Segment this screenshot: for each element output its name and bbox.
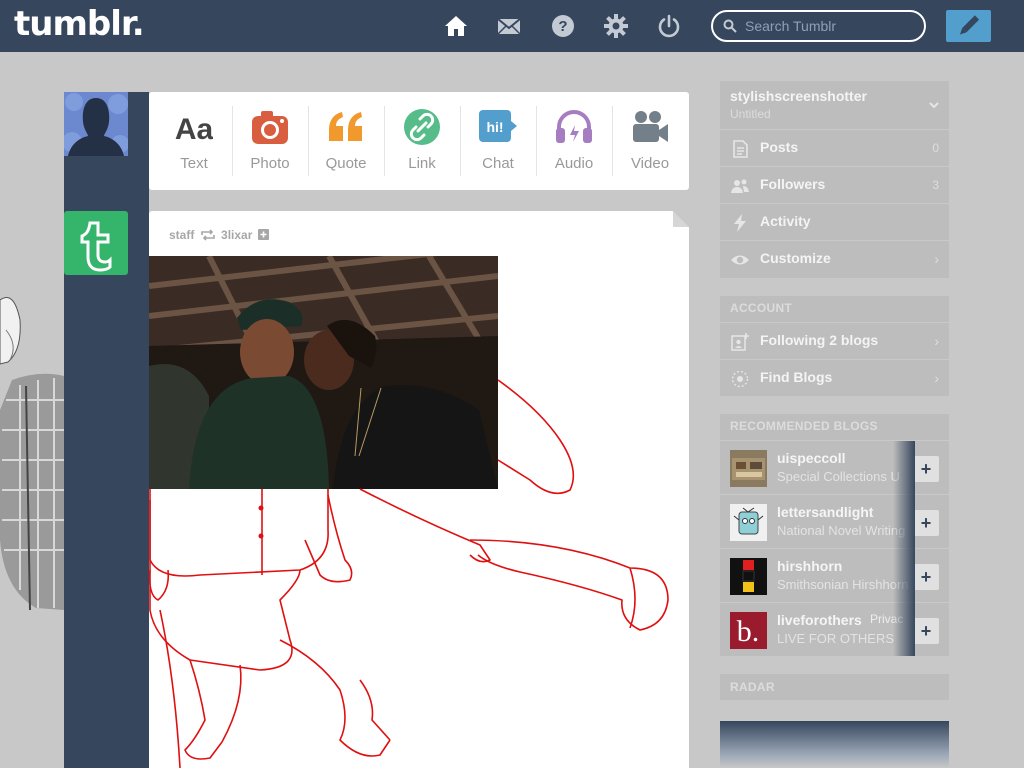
- svg-text:?: ?: [558, 18, 567, 35]
- blog-subtitle: Untitled: [730, 107, 771, 121]
- blog-name: uispeccoll: [777, 450, 846, 466]
- search-icon: [723, 19, 737, 33]
- help-icon[interactable]: ?: [551, 14, 575, 38]
- post-type-label: Text: [180, 155, 208, 172]
- blog-username: stylishscreenshotter: [730, 88, 867, 104]
- radar-panel: RADAR: [720, 674, 949, 700]
- power-icon[interactable]: [657, 14, 681, 38]
- video-camera-icon: [633, 111, 668, 142]
- pencil-icon: [960, 15, 980, 35]
- svg-text:hi!: hi!: [486, 119, 503, 135]
- blog-name: lettersandlight: [777, 504, 874, 520]
- sidebar-item-label: Customize: [760, 250, 831, 266]
- lightning-icon: [734, 214, 746, 232]
- sidebar-item-label: Followers: [760, 176, 826, 192]
- sidebar-item-activity[interactable]: Activity: [720, 203, 949, 240]
- tumblr-logo[interactable]: tumblr.: [14, 4, 145, 44]
- post-type-label: Chat: [482, 155, 514, 172]
- post-link-button[interactable]: Link: [384, 92, 460, 190]
- left-column-strip: [128, 191, 149, 768]
- link-icon: [404, 109, 440, 145]
- follow-button[interactable]: +: [913, 618, 939, 644]
- eye-icon: [731, 255, 749, 265]
- new-post-button[interactable]: [946, 10, 991, 42]
- posts-icon: [733, 140, 748, 158]
- reblog-icon: [200, 229, 215, 241]
- sidebar-item-label: Find Blogs: [760, 369, 833, 385]
- followers-icon: [731, 179, 749, 193]
- post-text-button[interactable]: Aa Text: [156, 92, 232, 190]
- svg-text:Aa: Aa: [175, 113, 213, 146]
- recommended-scroll-shade: [893, 441, 915, 656]
- post-type-label: Photo: [250, 155, 290, 172]
- sidebar-item-count: 3: [932, 178, 939, 192]
- post-type-label: Video: [630, 155, 670, 172]
- account-heading: ACCOUNT: [730, 301, 793, 315]
- search-input[interactable]: [745, 17, 915, 35]
- chat-icon: hi!: [479, 110, 517, 142]
- photo-image: [149, 256, 498, 489]
- post-chat-button[interactable]: hi! Chat: [460, 92, 536, 190]
- quote-icon: [329, 112, 362, 141]
- camera-icon: [252, 111, 288, 144]
- post-reblog-source[interactable]: 3lixar: [221, 228, 252, 242]
- blog-name: liveforothers: [777, 612, 862, 628]
- sidebar-item-label: Posts: [760, 139, 799, 155]
- top-header: tumblr. ?: [0, 0, 1024, 52]
- text-icon: Aa: [175, 113, 213, 146]
- post-video-button[interactable]: Video: [612, 92, 688, 190]
- post-author[interactable]: staff: [169, 228, 194, 242]
- compass-icon: [731, 370, 749, 388]
- svg-text:b.: b.: [737, 615, 760, 648]
- sidebar-item-label: Activity: [760, 213, 811, 229]
- blog-avatar: [730, 450, 767, 487]
- post-audio-button[interactable]: Audio: [536, 92, 612, 190]
- tumblr-t-logo[interactable]: [64, 211, 128, 275]
- avatar[interactable]: [64, 92, 128, 156]
- sidebar-item-label: Following 2 blogs: [760, 332, 879, 348]
- following-icon: [731, 333, 749, 351]
- gear-icon[interactable]: [604, 14, 628, 38]
- sidebar-item-customize[interactable]: Customize ›: [720, 240, 949, 277]
- avatar-silhouette-icon: [64, 93, 128, 156]
- chevron-down-icon: [929, 102, 939, 109]
- radar-image[interactable]: [720, 721, 949, 768]
- blog-avatar: [730, 504, 767, 541]
- post-type-bar: Aa Text Photo Quote Link hi! Chat Audio …: [149, 92, 689, 190]
- headphones-icon: [556, 110, 592, 143]
- mail-icon[interactable]: [497, 14, 521, 38]
- post-corner-fold: [673, 211, 689, 227]
- sidebar-item-followers[interactable]: Followers 3: [720, 166, 949, 203]
- blog-header[interactable]: stylishscreenshotter Untitled: [720, 81, 949, 129]
- sidebar-item-following[interactable]: Following 2 blogs ›: [720, 322, 949, 359]
- blog-avatar: [730, 558, 767, 595]
- follow-button[interactable]: +: [913, 510, 939, 536]
- home-icon[interactable]: [444, 14, 468, 38]
- follow-button[interactable]: +: [913, 456, 939, 482]
- follow-plus-icon[interactable]: [257, 229, 269, 241]
- chevron-right-icon: ›: [934, 333, 939, 349]
- follow-button[interactable]: +: [913, 564, 939, 590]
- post-type-label: Audio: [554, 155, 594, 172]
- post-quote-button[interactable]: Quote: [308, 92, 384, 190]
- blog-avatar: b.: [730, 612, 767, 649]
- post-type-label: Quote: [325, 155, 367, 172]
- radar-heading: RADAR: [730, 680, 775, 694]
- account-panel: ACCOUNT Following 2 blogs › Find Blogs ›: [720, 296, 949, 396]
- chevron-right-icon: ›: [934, 370, 939, 386]
- chevron-right-icon: ›: [934, 251, 939, 267]
- background-figure: [0, 297, 64, 611]
- post-header: staff 3lixar: [169, 227, 269, 242]
- post-type-label: Link: [408, 155, 436, 172]
- post-photo-button[interactable]: Photo: [232, 92, 308, 190]
- tumblr-t-icon: [80, 221, 112, 272]
- blog-name: hirshhorn: [777, 558, 843, 574]
- post-photo[interactable]: [149, 256, 498, 489]
- sidebar-item-count: 0: [932, 141, 939, 155]
- recommended-heading: RECOMMENDED BLOGS: [730, 419, 878, 433]
- search-box[interactable]: [711, 10, 926, 42]
- sidebar-item-find-blogs[interactable]: Find Blogs ›: [720, 359, 949, 396]
- sidebar-item-posts[interactable]: Posts 0: [720, 129, 949, 166]
- user-panel: stylishscreenshotter Untitled Posts 0 Fo…: [720, 81, 949, 278]
